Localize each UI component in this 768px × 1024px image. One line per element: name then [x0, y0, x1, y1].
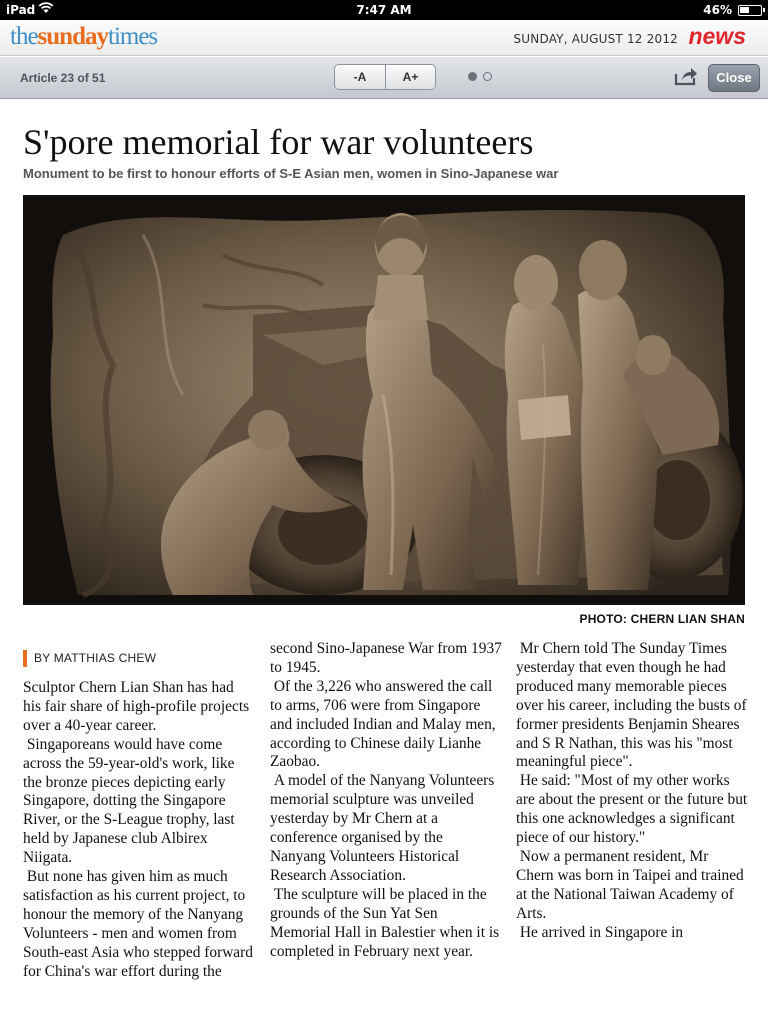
logo-part-times: times: [108, 23, 158, 50]
paragraph: Sculptor Chern Lian Shan has had his fai…: [23, 679, 250, 734]
font-increase-button[interactable]: A+: [385, 65, 435, 89]
paragraph: He said: "Most of my other works are abo…: [516, 772, 748, 847]
article-column-3: Mr Chern told The Sunday Times yesterday…: [516, 640, 748, 943]
edition-date: SUNDAY, AUGUST 12 2012: [513, 32, 678, 46]
battery-icon: [738, 5, 765, 16]
paragraph: But none has given him as much satisfact…: [23, 868, 253, 980]
photo-credit: PHOTO: CHERN LIAN SHAN: [579, 612, 745, 626]
section-label[interactable]: news: [688, 23, 746, 50]
paragraph: Of the 3,226 who answered the call to ar…: [270, 677, 496, 771]
article-headline: S'pore memorial for war volunteers: [23, 122, 534, 162]
share-icon[interactable]: [674, 66, 698, 86]
article-toolbar: Article 23 of 51 -A A+ Close: [0, 57, 768, 99]
paragraph: The sculpture will be placed in the grou…: [270, 885, 500, 960]
paragraph: Now a permanent resident, Mr Chern was b…: [516, 847, 744, 922]
byline: BY MATTHIAS CHEW: [23, 650, 156, 667]
font-size-control: -A A+: [334, 64, 436, 90]
app-header: thesundaytimes SUNDAY, AUGUST 12 2012 ne…: [0, 20, 768, 56]
page-dot: [483, 72, 492, 81]
article-standfirst: Monument to be first to honour efforts o…: [23, 166, 559, 181]
clock: 7:47 AM: [356, 3, 412, 17]
paragraph: Mr Chern told The Sunday Times yesterday…: [516, 640, 747, 771]
paragraph: second Sino-Japanese War from 1937 to 19…: [270, 640, 502, 676]
sculpture-photo: [23, 195, 745, 605]
page-indicator[interactable]: [468, 72, 492, 81]
font-decrease-button[interactable]: -A: [335, 65, 385, 89]
close-button[interactable]: Close: [708, 64, 760, 92]
paragraph: He arrived in Singapore in: [516, 923, 684, 941]
logo-part-the: the: [10, 23, 39, 50]
paragraph: A model of the Nanyang Volunteers memori…: [270, 772, 495, 884]
paragraph: Singaporeans would have come across the …: [23, 735, 235, 867]
status-bar: iPad 7:47 AM 46%: [0, 0, 768, 20]
page-dot-current: [468, 72, 477, 81]
article-column-2: second Sino-Japanese War from 1937 to 19…: [270, 640, 502, 961]
logo-part-sunday: sunday: [37, 23, 109, 50]
article-counter: Article 23 of 51: [20, 71, 106, 85]
article-column-1: Sculptor Chern Lian Shan has had his fai…: [23, 679, 255, 982]
app-logo[interactable]: thesundaytimes: [10, 23, 158, 51]
battery-percent: 46%: [703, 3, 732, 17]
